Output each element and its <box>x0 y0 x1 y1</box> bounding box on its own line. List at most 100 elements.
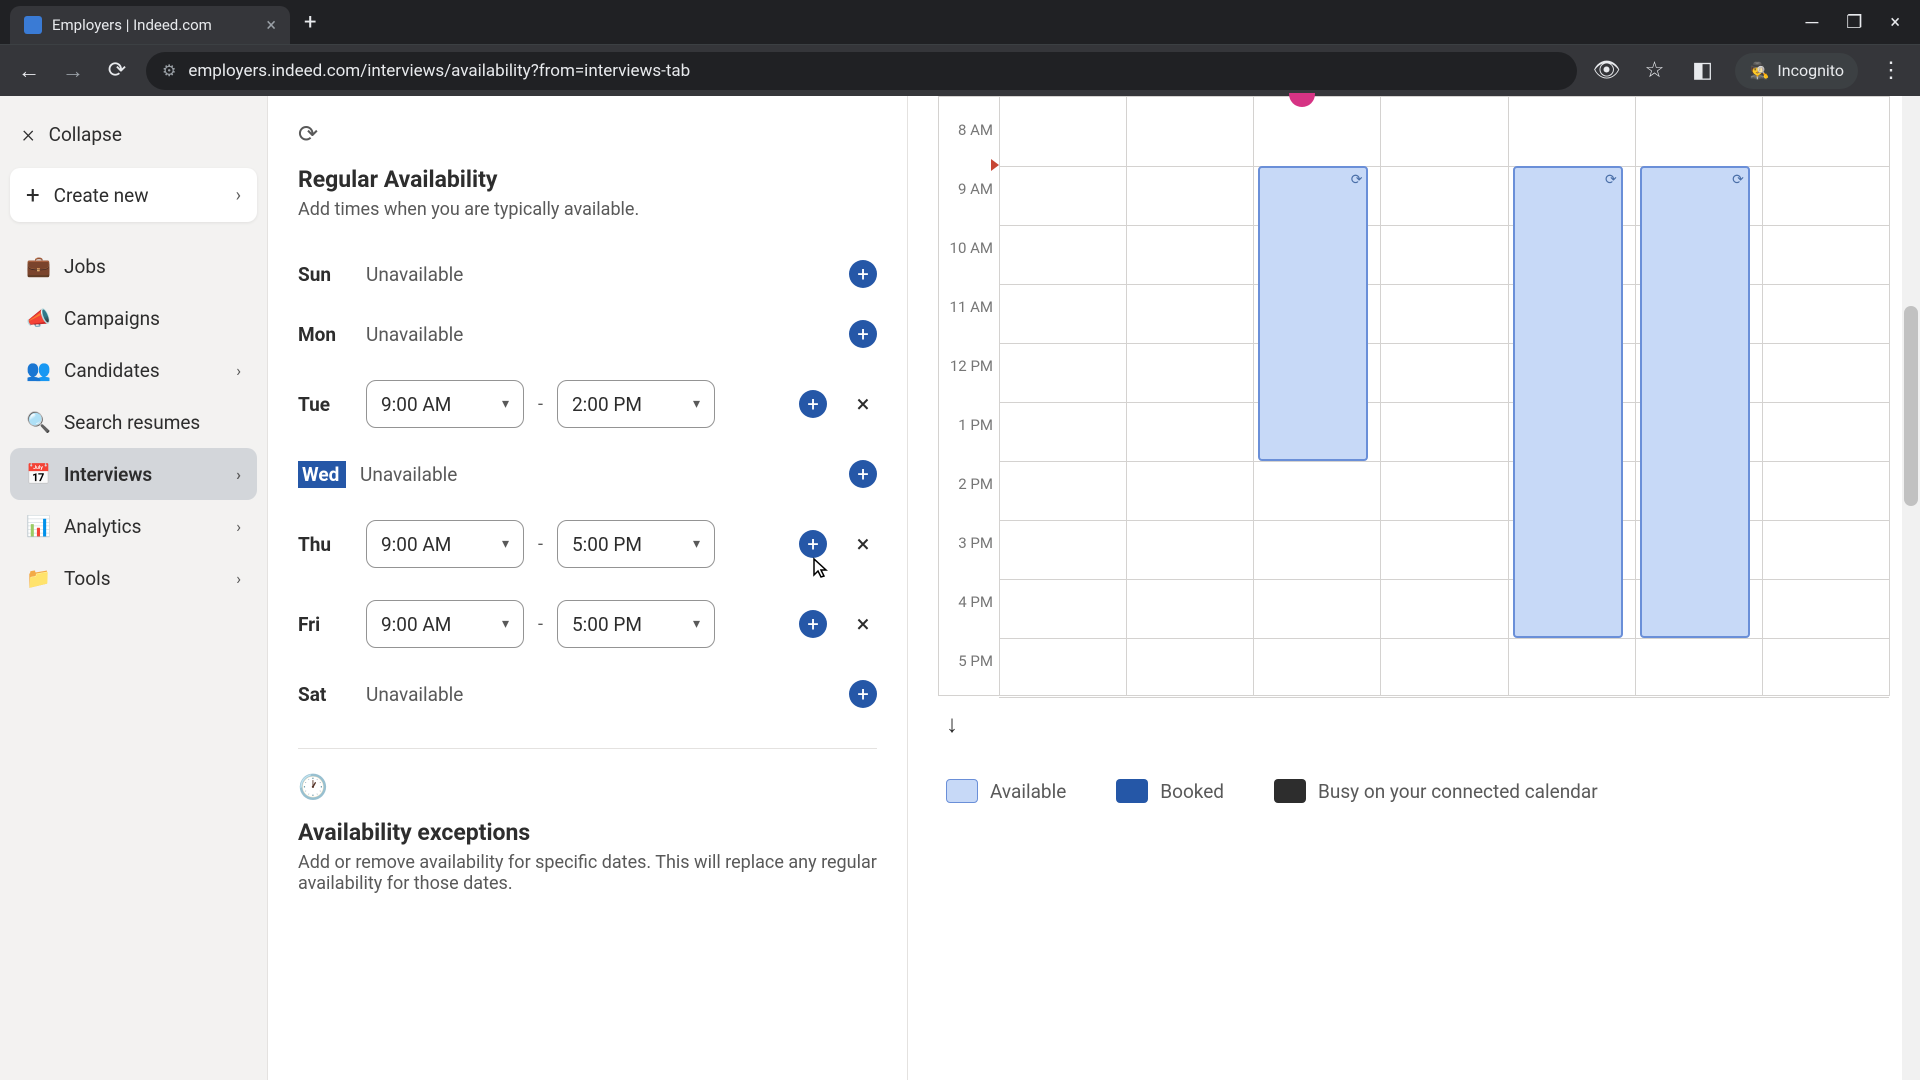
add-time-button[interactable]: + <box>799 610 827 638</box>
swatch-available <box>946 779 978 803</box>
sidebar-item-label: Campaigns <box>64 307 160 330</box>
sidebar-item-analytics[interactable]: 📊 Analytics › <box>10 500 257 552</box>
favicon <box>24 16 42 34</box>
start-time-value: 9:00 AM <box>381 533 451 556</box>
calendar-day-column[interactable]: ⟳ <box>1508 97 1635 695</box>
start-time-select[interactable]: 9:00 AM▾ <box>366 380 524 428</box>
sidebar-item-search-resumes[interactable]: 🔍 Search resumes <box>10 396 257 448</box>
browser-tab[interactable]: Employers | Indeed.com × <box>10 6 290 44</box>
time-dash: - <box>538 614 543 635</box>
day-row-wed: WedUnavailable+ <box>298 444 877 504</box>
chevron-right-icon: › <box>236 361 241 380</box>
scroll-down-icon[interactable]: ↓ <box>946 710 1890 739</box>
unavailable-label: Unavailable <box>366 683 835 706</box>
section-subtitle: Add times when you are typically availab… <box>298 199 877 220</box>
day-label: Sun <box>298 263 352 286</box>
start-time-select[interactable]: 9:00 AM▾ <box>366 600 524 648</box>
day-label: Fri <box>298 613 352 636</box>
sidebar-item-campaigns[interactable]: 📣 Campaigns <box>10 292 257 344</box>
end-time-select[interactable]: 5:00 PM▾ <box>557 520 715 568</box>
window-controls: ─ ❐ × <box>1805 12 1920 33</box>
vertical-scrollbar[interactable] <box>1902 96 1920 1080</box>
calendar-day-column[interactable] <box>1126 97 1253 695</box>
calendar-day-column[interactable]: ⟳ <box>1635 97 1762 695</box>
close-window-icon[interactable]: × <box>1890 12 1900 33</box>
browser-toolbar: ← → ⟳ ⚙ employers.indeed.com/interviews/… <box>0 44 1920 96</box>
remove-time-button[interactable]: × <box>849 610 877 638</box>
site-settings-icon[interactable]: ⚙ <box>162 61 176 80</box>
chevron-right-icon: › <box>236 569 241 588</box>
collapse-button[interactable]: × Collapse <box>10 110 257 158</box>
eye-off-icon[interactable]: 👁 <box>1591 58 1621 83</box>
exceptions-subtitle: Add or remove availability for specific … <box>298 852 877 894</box>
collapse-label: Collapse <box>49 123 122 146</box>
swatch-booked <box>1116 779 1148 803</box>
sidebar: × Collapse + Create new › 💼 Jobs 📣 Campa… <box>0 96 268 1080</box>
calendar-grid[interactable]: 8 AM9 AM10 AM11 AM12 PM1 PM2 PM3 PM4 PM5… <box>938 96 1890 696</box>
address-bar[interactable]: ⚙ employers.indeed.com/interviews/availa… <box>146 52 1577 90</box>
time-dash: - <box>538 534 543 555</box>
remove-time-button[interactable]: × <box>849 530 877 558</box>
calendar-day-column[interactable] <box>1762 97 1889 695</box>
create-new-button[interactable]: + Create new › <box>10 168 257 222</box>
sidebar-icon: 👥 <box>26 358 48 382</box>
reload-button[interactable]: ⟳ <box>102 58 132 83</box>
browser-tab-strip: Employers | Indeed.com × + ─ ❐ × <box>0 0 1920 44</box>
chevron-right-icon: › <box>236 465 241 484</box>
hour-label: 10 AM <box>937 239 993 257</box>
close-tab-icon[interactable]: × <box>266 15 276 36</box>
incognito-label: Incognito <box>1777 61 1844 80</box>
calendar-day-column[interactable] <box>999 97 1126 695</box>
add-time-button[interactable]: + <box>849 260 877 288</box>
sidebar-item-interviews[interactable]: 📅 Interviews › <box>10 448 257 500</box>
add-time-button[interactable]: + <box>849 320 877 348</box>
sidebar-item-label: Jobs <box>64 255 106 278</box>
new-tab-button[interactable]: + <box>304 10 316 35</box>
availability-block[interactable]: ⟳ <box>1640 166 1750 638</box>
side-panel-icon[interactable]: ◧ <box>1687 58 1717 83</box>
scrollbar-thumb[interactable] <box>1904 306 1918 506</box>
add-time-button[interactable]: + <box>799 390 827 418</box>
exceptions-title: Availability exceptions <box>298 819 877 846</box>
incognito-icon: 🕵 <box>1749 61 1769 80</box>
incognito-badge[interactable]: 🕵 Incognito <box>1735 53 1858 89</box>
day-row-thu: Thu9:00 AM▾-5:00 PM▾+× <box>298 504 877 584</box>
calendar-day-column[interactable]: ⟳ <box>1253 97 1380 695</box>
sidebar-item-tools[interactable]: 📁 Tools › <box>10 552 257 604</box>
add-time-button[interactable]: + <box>849 680 877 708</box>
legend-available-label: Available <box>990 780 1066 803</box>
end-time-select[interactable]: 2:00 PM▾ <box>557 380 715 428</box>
sidebar-item-jobs[interactable]: 💼 Jobs <box>10 240 257 292</box>
forward-button[interactable]: → <box>58 58 88 84</box>
refresh-icon[interactable]: ⟳ <box>298 120 877 148</box>
availability-block[interactable]: ⟳ <box>1258 166 1368 461</box>
back-button[interactable]: ← <box>14 58 44 84</box>
calendar-day-column[interactable] <box>1380 97 1507 695</box>
unavailable-label: Unavailable <box>366 263 835 286</box>
chevron-down-icon: ▾ <box>502 616 509 632</box>
end-time-select[interactable]: 5:00 PM▾ <box>557 600 715 648</box>
day-row-mon: MonUnavailable+ <box>298 304 877 364</box>
time-dash: - <box>538 394 543 415</box>
bookmark-star-icon[interactable]: ☆ <box>1639 58 1669 83</box>
hour-label: 3 PM <box>937 534 993 552</box>
minimize-icon[interactable]: ─ <box>1805 12 1818 33</box>
chevron-down-icon: ▾ <box>502 396 509 412</box>
sidebar-icon: 📅 <box>26 462 48 486</box>
maximize-icon[interactable]: ❐ <box>1846 12 1862 33</box>
availability-panel: ⟳ Regular Availability Add times when yo… <box>268 96 908 1080</box>
hour-label: 5 PM <box>937 652 993 670</box>
day-label: Tue <box>298 393 352 416</box>
start-time-select[interactable]: 9:00 AM▾ <box>366 520 524 568</box>
availability-block[interactable]: ⟳ <box>1513 166 1623 638</box>
sidebar-item-candidates[interactable]: 👥 Candidates › <box>10 344 257 396</box>
remove-time-button[interactable]: × <box>849 390 877 418</box>
hour-label: 8 AM <box>937 121 993 139</box>
sync-icon: ⟳ <box>1732 172 1744 188</box>
legend-busy-label: Busy on your connected calendar <box>1318 780 1598 803</box>
add-time-button[interactable]: + <box>849 460 877 488</box>
chevron-right-icon: › <box>236 517 241 536</box>
day-row-sat: SatUnavailable+ <box>298 664 877 724</box>
browser-menu-icon[interactable]: ⋮ <box>1876 58 1906 83</box>
add-time-button[interactable]: + <box>799 530 827 558</box>
